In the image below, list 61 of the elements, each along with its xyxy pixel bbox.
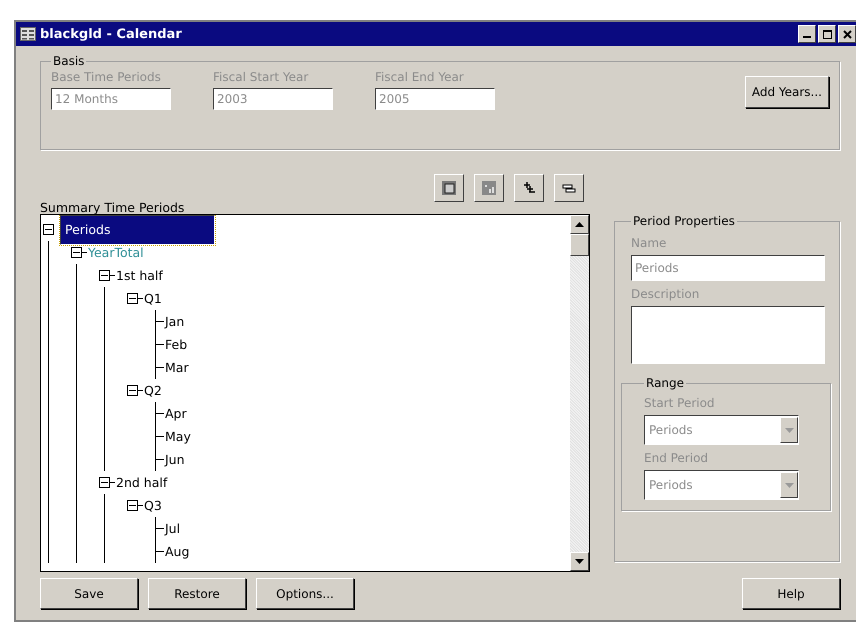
window-title: blackgld - Calendar <box>40 26 182 42</box>
toolbar-button[interactable] <box>514 174 544 202</box>
field-label: End Period <box>644 451 710 465</box>
field-label: Start Period <box>644 396 716 410</box>
help-button[interactable]: Help <box>742 578 840 609</box>
collapse-icon[interactable] <box>127 293 138 304</box>
collapse-icon[interactable] <box>43 224 54 235</box>
chart-icon <box>482 181 496 195</box>
tree-item[interactable]: Aug <box>164 544 190 559</box>
collapse-icon[interactable] <box>127 385 138 396</box>
tree-item[interactable]: 1st half <box>115 268 164 283</box>
tree-item[interactable]: Jan <box>164 314 186 329</box>
group-title: Basis <box>52 54 86 68</box>
tree-item[interactable]: YearTotal <box>87 245 145 260</box>
field-label: Fiscal End Year <box>375 70 465 84</box>
tree-item[interactable]: Jun <box>164 452 186 467</box>
group-title: Period Properties <box>632 214 736 228</box>
group-title: Range <box>645 376 686 390</box>
field-label: Fiscal Start Year <box>213 70 310 84</box>
scroll-bar[interactable] <box>570 215 589 571</box>
close-button[interactable] <box>838 25 856 43</box>
minimize-button[interactable] <box>798 25 816 43</box>
scroll-up-button[interactable] <box>570 215 589 234</box>
tree-item[interactable]: Q1 <box>143 291 163 306</box>
toolbar-button[interactable] <box>474 174 504 202</box>
dropdown-arrow-icon <box>784 482 794 488</box>
dialog-button[interactable]: Restore <box>148 578 246 609</box>
toolbar-button[interactable] <box>434 174 464 202</box>
tree-item[interactable]: Apr <box>164 406 188 421</box>
tree-item[interactable]: Mar <box>164 360 190 375</box>
add-years-button[interactable]: Add Years... <box>744 76 829 108</box>
collapse-icon[interactable] <box>127 500 138 511</box>
tree-item[interactable]: Jul <box>164 521 182 536</box>
tree-item[interactable]: Q2 <box>143 383 163 398</box>
scroll-thumb[interactable] <box>570 234 589 256</box>
collapse-icon[interactable] <box>71 247 82 258</box>
dropdown-arrow-icon <box>784 428 794 432</box>
toolbar-button[interactable] <box>554 174 584 202</box>
dialog-button[interactable]: Save <box>40 578 138 609</box>
field-label: Base Time Periods <box>51 70 162 84</box>
stacked-plus-icon <box>522 181 536 195</box>
tree-item[interactable]: Q3 <box>143 498 163 513</box>
maximize-icon <box>822 30 832 38</box>
description-field[interactable] <box>631 306 825 364</box>
tree-item[interactable]: 2nd half <box>115 475 168 490</box>
tree-item[interactable]: Feb <box>164 337 188 352</box>
close-icon <box>842 30 852 38</box>
down-arrow-icon <box>575 559 584 564</box>
window-icon <box>442 181 456 195</box>
calendar-icon <box>20 27 36 41</box>
up-arrow-icon <box>575 222 584 227</box>
scroll-down-button[interactable] <box>570 552 589 571</box>
field-label: Name <box>631 236 668 250</box>
field-label: Description <box>631 287 700 301</box>
collapse-icon[interactable] <box>99 477 110 488</box>
collapse-icon[interactable] <box>99 270 110 281</box>
dialog-button[interactable]: Options... <box>256 578 354 609</box>
tree-item[interactable]: Periods <box>60 215 215 244</box>
maximize-button[interactable] <box>818 25 836 43</box>
tree-item[interactable]: May <box>164 429 192 444</box>
tree-label: Summary Time Periods <box>40 200 184 215</box>
